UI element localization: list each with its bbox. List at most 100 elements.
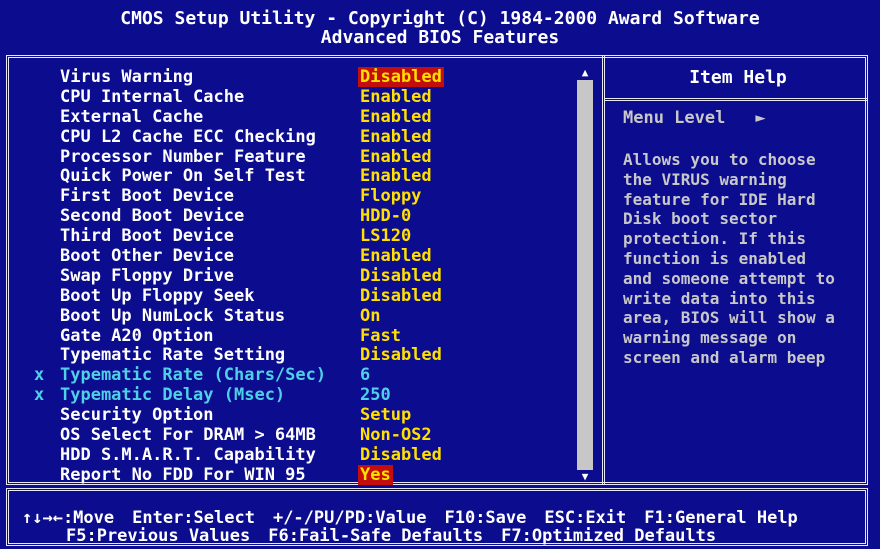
setting-row: x Typematic Delay (Msec) 250 xyxy=(34,385,574,405)
bios-header: CMOS Setup Utility - Copyright (C) 1984-… xyxy=(0,0,880,54)
setting-value[interactable]: Fast xyxy=(358,326,403,346)
setting-row[interactable]: First Boot Device Floppy xyxy=(34,186,574,206)
help-text-line: function is enabled xyxy=(623,248,807,268)
header-copyright: CMOS Setup Utility - Copyright (C) 1984-… xyxy=(120,8,760,29)
scrollbar-track[interactable] xyxy=(577,80,593,470)
help-divider xyxy=(602,55,608,485)
footer-keys-line1: ↑↓→←:Move Enter:Select +/-/PU/PD:Value F10:… xyxy=(22,508,816,528)
setting-label: Second Boot Device xyxy=(60,206,245,227)
help-text-line: and someone attempt to xyxy=(623,268,835,288)
disabled-marker: x xyxy=(34,385,45,406)
setting-row[interactable]: Typematic Rate Setting Disabled xyxy=(34,345,574,365)
help-title-separator xyxy=(605,98,868,102)
scroll-up-icon[interactable]: ▲ xyxy=(577,66,593,80)
bios-screen: CMOS Setup Utility - Copyright (C) 1984-… xyxy=(0,0,880,549)
setting-row[interactable]: OS Select For DRAM > 64MB Non-OS2 xyxy=(34,425,574,445)
disabled-marker: x xyxy=(34,365,45,386)
setting-value[interactable]: LS120 xyxy=(358,226,413,246)
setting-value[interactable]: Setup xyxy=(358,405,413,425)
footer-key-hint: ESC:Exit xyxy=(544,508,627,528)
setting-value[interactable]: On xyxy=(358,306,382,326)
setting-value[interactable]: Floppy xyxy=(358,186,423,206)
help-description: Allows you to choose the VIRUS warning fea… xyxy=(623,150,863,368)
setting-value[interactable]: Disabled xyxy=(358,445,444,465)
setting-row[interactable]: Processor Number Feature Enabled xyxy=(34,147,574,167)
footer-key-hint: F10:Save xyxy=(444,508,527,528)
menu-level-label: Menu Level xyxy=(623,108,726,128)
setting-value: 6 xyxy=(360,365,371,386)
help-text-line: protection. If this xyxy=(623,229,807,249)
footer-key-hint: Enter:Select xyxy=(132,508,255,528)
setting-value[interactable]: HDD-0 xyxy=(358,206,413,226)
setting-value[interactable]: Enabled xyxy=(358,107,434,127)
help-text-line: warning message on xyxy=(623,328,797,348)
help-text-line: area, BIOS will show a xyxy=(623,308,835,328)
help-text-line: screen and alarm beep xyxy=(623,347,826,367)
footer-key-hint: +/-/PU/PD:Value xyxy=(272,508,427,528)
help-text-line: Allows you to choose xyxy=(623,150,816,169)
help-text-line: the VIRUS warning xyxy=(623,169,787,189)
setting-label: HDD S.M.A.R.T. Capability xyxy=(60,444,316,465)
setting-label: Typematic Delay (Msec) xyxy=(60,385,286,406)
setting-row[interactable]: CPU L2 Cache ECC Checking Enabled xyxy=(34,127,574,147)
footer-key-hint: F6:Fail-Safe Defaults xyxy=(268,526,484,546)
setting-label: Typematic Rate (Chars/Sec) xyxy=(60,365,327,386)
setting-row[interactable]: Quick Power On Self Test Enabled xyxy=(34,166,574,186)
setting-label: CPU Internal Cache xyxy=(60,86,245,107)
setting-row[interactable]: Report No FDD For WIN 95 Yes xyxy=(34,464,574,485)
setting-value[interactable]: Enabled xyxy=(358,127,434,147)
setting-label: Report No FDD For WIN 95 xyxy=(60,464,306,485)
setting-label: Virus Warning xyxy=(60,66,194,87)
setting-label: Quick Power On Self Test xyxy=(60,166,306,187)
setting-label: CPU L2 Cache ECC Checking xyxy=(60,126,316,147)
setting-label: Processor Number Feature xyxy=(60,146,306,167)
help-text-line: Disk boot sector xyxy=(623,209,778,229)
setting-value[interactable]: Disabled xyxy=(358,66,444,87)
setting-label: Security Option xyxy=(60,405,214,426)
setting-row[interactable]: Third Boot Device LS120 xyxy=(34,226,574,246)
setting-row[interactable]: Boot Other Device Enabled xyxy=(34,246,574,266)
footer-key-hint: F1:General Help xyxy=(644,508,798,528)
page-title: Advanced BIOS Features xyxy=(320,27,560,48)
setting-label: Boot Up Floppy Seek xyxy=(60,285,255,306)
setting-value[interactable]: Disabled xyxy=(358,286,444,306)
setting-value[interactable]: Enabled xyxy=(358,246,434,266)
scroll-down-icon[interactable]: ▼ xyxy=(577,470,593,484)
setting-row[interactable]: CPU Internal Cache Enabled xyxy=(34,87,574,107)
setting-label: External Cache xyxy=(60,106,204,127)
setting-row[interactable]: Security Option Setup xyxy=(34,405,574,425)
setting-value[interactable]: Enabled xyxy=(358,147,434,167)
setting-value[interactable]: Non-OS2 xyxy=(358,425,434,445)
setting-row[interactable]: External Cache Enabled xyxy=(34,107,574,127)
footer-key-hint: ↑↓→←:Move xyxy=(22,508,115,528)
setting-value[interactable]: Enabled xyxy=(358,87,434,107)
setting-label: First Boot Device xyxy=(60,186,234,207)
setting-row[interactable]: Gate A20 Option Fast xyxy=(34,326,574,346)
help-panel-title: Item Help xyxy=(689,67,787,88)
setting-value: 250 xyxy=(360,385,391,406)
setting-value[interactable]: Disabled xyxy=(358,345,444,365)
footer-key-hint: F7:Optimized Defaults xyxy=(501,526,717,546)
setting-value[interactable]: Disabled xyxy=(358,266,444,286)
setting-label: Gate A20 Option xyxy=(60,325,214,346)
setting-label: OS Select For DRAM > 64MB xyxy=(60,424,316,445)
setting-row[interactable]: Second Boot Device HDD-0 xyxy=(34,206,574,226)
setting-label: Third Boot Device xyxy=(60,226,234,247)
setting-row[interactable]: HDD S.M.A.R.T. Capability Disabled xyxy=(34,445,574,465)
setting-label: Boot Other Device xyxy=(60,245,234,266)
setting-label: Boot Up NumLock Status xyxy=(60,305,286,326)
setting-row[interactable]: Virus Warning Disabled xyxy=(34,66,574,87)
setting-value[interactable]: Enabled xyxy=(358,166,434,186)
setting-row[interactable]: Swap Floppy Drive Disabled xyxy=(34,266,574,286)
setting-row[interactable]: Boot Up Floppy Seek Disabled xyxy=(34,286,574,306)
scrollbar[interactable]: ▲ ▼ xyxy=(577,66,593,484)
help-text-line: write data into this xyxy=(623,288,816,308)
setting-value[interactable]: Yes xyxy=(358,464,393,485)
setting-row[interactable]: Boot Up NumLock Status On xyxy=(34,306,574,326)
setting-label: Typematic Rate Setting xyxy=(60,345,286,366)
footer-key-hint: F5:Previous Values xyxy=(66,526,251,546)
help-text-line: feature for IDE Hard xyxy=(623,189,816,209)
setting-row: x Typematic Rate (Chars/Sec) 6 xyxy=(34,365,574,385)
settings-list: Virus Warning Disabled CPU Internal Cache E… xyxy=(34,66,574,485)
setting-label: Swap Floppy Drive xyxy=(60,265,234,286)
